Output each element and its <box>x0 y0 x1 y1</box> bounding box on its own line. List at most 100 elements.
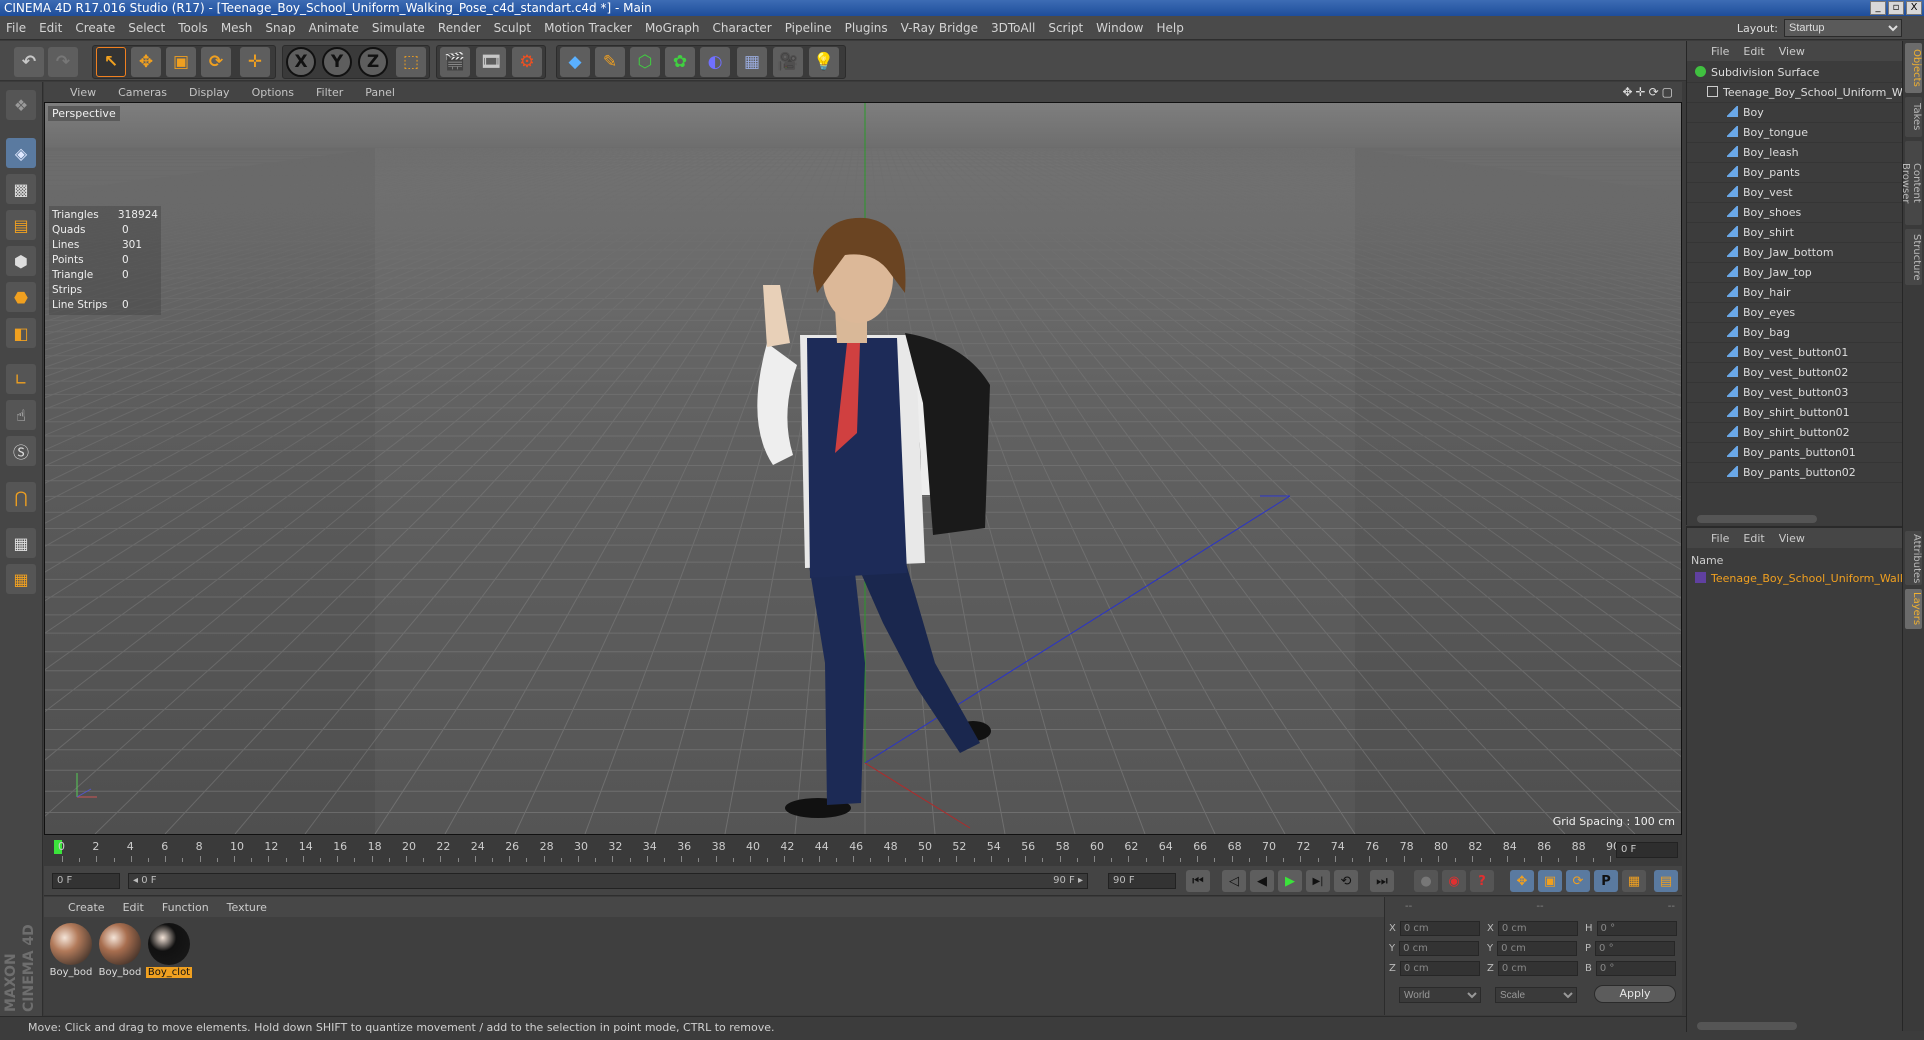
object-row[interactable]: Boy_Jaw_top <box>1687 263 1903 283</box>
snap-icon[interactable]: Ⓢ <box>6 436 36 466</box>
perspective-viewport[interactable]: Perspective Triangles 318924 Quads 0 Lines 30… <box>44 102 1682 835</box>
scale-tool-icon[interactable]: ▣ <box>166 47 196 77</box>
viewport-menu-view[interactable]: View <box>70 86 96 99</box>
record-key-icon[interactable]: ● <box>1414 870 1438 892</box>
coord-value-field[interactable]: 0 cm <box>1399 941 1480 956</box>
make-editable-icon[interactable]: ❖ <box>6 90 36 120</box>
previous-key-icon[interactable]: ◁ <box>1222 870 1246 892</box>
menu-plugins[interactable]: Plugins <box>845 21 888 35</box>
menu-tools[interactable]: Tools <box>178 21 208 35</box>
go-to-start-icon[interactable]: ⏮ <box>1186 870 1210 892</box>
menu-script[interactable]: Script <box>1048 21 1083 35</box>
redo-icon[interactable]: ↷ <box>48 47 78 77</box>
mograph-icon[interactable]: ✿ <box>665 47 695 77</box>
viewport-menu-display[interactable]: Display <box>189 86 230 99</box>
maximize-button[interactable]: ▫ <box>1888 1 1904 15</box>
object-row[interactable]: Boy_pants_button01 <box>1687 443 1903 463</box>
coordinate-system-icon[interactable]: ⬚ <box>396 47 426 77</box>
magnet-icon[interactable]: ⋂ <box>6 482 36 512</box>
object-h-scrollbar[interactable] <box>1697 515 1817 523</box>
tweak-mode-icon[interactable]: ☝ <box>6 400 36 430</box>
menu-file[interactable]: File <box>6 21 26 35</box>
floor-icon[interactable]: ▦ <box>737 47 767 77</box>
play-forward-icon[interactable]: ▶ <box>1278 870 1302 892</box>
coord-value-field[interactable]: 0 cm <box>1399 961 1480 976</box>
coordinate-space-dropdown[interactable]: World <box>1399 987 1481 1003</box>
workplane-icon[interactable]: ▤ <box>6 210 36 240</box>
render-picture-viewer-icon[interactable]: 🎞 <box>476 47 506 77</box>
timeline-window-icon[interactable]: ▤ <box>1654 870 1678 892</box>
end-frame-field[interactable]: 90 F <box>1108 873 1176 889</box>
coord-value-field[interactable]: 0 ° <box>1595 941 1676 956</box>
object-row[interactable]: Boy_leash <box>1687 143 1903 163</box>
object-row[interactable]: Boy_vest_button02 <box>1687 363 1903 383</box>
object-row[interactable]: Boy_tongue <box>1687 123 1903 143</box>
material-swatch[interactable]: Boy_bod <box>48 923 94 978</box>
menu-snap[interactable]: Snap <box>265 21 295 35</box>
key-position-icon[interactable]: ✥ <box>1510 870 1534 892</box>
menu-v-ray-bridge[interactable]: V-Ray Bridge <box>901 21 978 35</box>
light-icon[interactable]: 💡 <box>809 47 839 77</box>
camera-icon[interactable]: 🎥 <box>773 47 803 77</box>
menu-mesh[interactable]: Mesh <box>221 21 253 35</box>
viewport-menu-cameras[interactable]: Cameras <box>118 86 167 99</box>
side-tab-attributes[interactable]: Attributes <box>1905 531 1922 585</box>
coord-value-field[interactable]: 0 cm <box>1399 921 1480 936</box>
subdivision-icon[interactable]: ⬡ <box>630 47 660 77</box>
object-row[interactable]: Boy_shirt <box>1687 223 1903 243</box>
key-rotation-icon[interactable]: ⟳ <box>1566 870 1590 892</box>
menu-render[interactable]: Render <box>438 21 481 35</box>
menu-motion-tracker[interactable]: Motion Tracker <box>544 21 632 35</box>
menu-edit[interactable]: Edit <box>39 21 62 35</box>
object-row[interactable]: Boy_vest_button03 <box>1687 383 1903 403</box>
loop-icon[interactable]: ⟲ <box>1334 870 1358 892</box>
coord-value-field[interactable]: 0 cm <box>1497 961 1578 976</box>
menu-character[interactable]: Character <box>712 21 771 35</box>
coord-value-field[interactable]: 0 ° <box>1596 921 1677 936</box>
menu-select[interactable]: Select <box>128 21 165 35</box>
locked-workplane-icon[interactable]: ▦ <box>6 528 36 558</box>
object-row[interactable]: Boy_shirt_button02 <box>1687 423 1903 443</box>
menu-create[interactable]: Create <box>75 21 115 35</box>
material-menu-edit[interactable]: Edit <box>123 901 144 914</box>
axis-x-icon[interactable]: X <box>286 47 316 77</box>
select-tool-icon[interactable]: ↖ <box>96 47 126 77</box>
side-tab-takes[interactable]: Takes <box>1905 97 1922 137</box>
move-tool-icon[interactable]: ✥ <box>131 47 161 77</box>
viewport-menu-filter[interactable]: Filter <box>316 86 343 99</box>
coord-value-field[interactable]: 0 cm <box>1497 921 1578 936</box>
object-row[interactable]: Boy <box>1687 103 1903 123</box>
key-pla-icon[interactable]: ▦ <box>1622 870 1646 892</box>
material-menu-texture[interactable]: Texture <box>227 901 267 914</box>
model-mode-icon[interactable]: ◈ <box>6 138 36 168</box>
object-menu-view[interactable]: View <box>1779 45 1805 58</box>
coordinate-mode-dropdown[interactable]: Scale <box>1495 987 1577 1003</box>
key-parameter-icon[interactable]: P <box>1594 870 1618 892</box>
minimize-button[interactable]: _ <box>1870 1 1886 15</box>
menu-animate[interactable]: Animate <box>309 21 359 35</box>
side-tab-content-browser[interactable]: Content Browser <box>1900 141 1922 225</box>
viewport-menu-panel[interactable]: Panel <box>365 86 395 99</box>
keyframe-selection-icon[interactable]: ? <box>1470 870 1494 892</box>
object-row[interactable]: Boy_shoes <box>1687 203 1903 223</box>
pen-icon[interactable]: ✎ <box>595 47 625 77</box>
frame-range-slider[interactable]: ◂ 0 F 90 F ▸ <box>128 873 1088 889</box>
transform-tool-icon[interactable]: ✛ <box>240 47 270 77</box>
material-swatch[interactable]: Boy_bod <box>97 923 143 978</box>
material-menu-function[interactable]: Function <box>162 901 209 914</box>
object-row[interactable]: Boy_pants_button02 <box>1687 463 1903 483</box>
layer-menu-view[interactable]: View <box>1779 532 1805 545</box>
menu-window[interactable]: Window <box>1096 21 1143 35</box>
object-row[interactable]: Boy_eyes <box>1687 303 1903 323</box>
layer-menu-file[interactable]: File <box>1711 532 1729 545</box>
edges-mode-icon[interactable]: ⬣ <box>6 282 36 312</box>
axis-z-icon[interactable]: Z <box>358 47 388 77</box>
object-row[interactable]: Boy_Jaw_bottom <box>1687 243 1903 263</box>
current-frame-field[interactable]: 0 F <box>1616 842 1678 858</box>
side-tab-structure[interactable]: Structure <box>1905 229 1922 285</box>
object-menu-edit[interactable]: Edit <box>1743 45 1764 58</box>
object-row[interactable]: Boy_vest <box>1687 183 1903 203</box>
layer-item[interactable]: Teenage_Boy_School_Uniform_Walk <box>1687 570 1903 588</box>
menu-3dtoall[interactable]: 3DToAll <box>991 21 1035 35</box>
next-frame-icon[interactable]: ▶| <box>1306 870 1330 892</box>
